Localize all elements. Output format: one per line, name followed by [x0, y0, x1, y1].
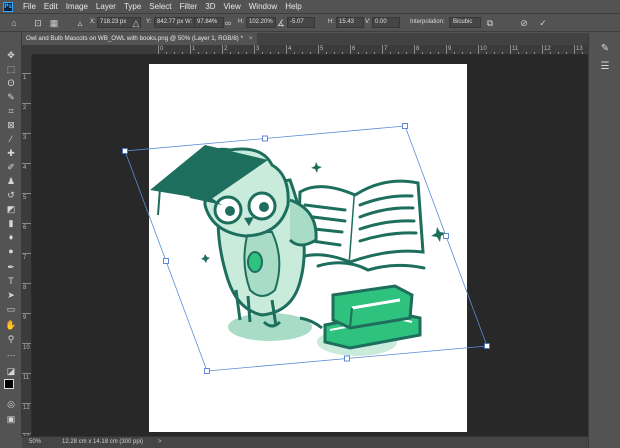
stack-of-books-illustration — [323, 284, 422, 350]
right-panel-dock: ✎ ☰ — [588, 33, 620, 448]
transform-handle-bottom[interactable] — [344, 355, 350, 362]
transform-handle-left[interactable] — [163, 258, 169, 264]
open-book-illustration — [296, 179, 426, 272]
transform-handle-right[interactable] — [443, 233, 449, 239]
transform-handle-bottom-left[interactable] — [204, 368, 210, 374]
status-menu-arrow[interactable]: > — [158, 437, 162, 448]
photoshop-window: Ps File Edit Image Layer Type Select Fil… — [0, 0, 620, 448]
transform-handle-top-left[interactable] — [122, 148, 128, 154]
artwork-layer — [122, 123, 490, 374]
adjustments-panel-icon[interactable]: ☰ — [598, 61, 612, 73]
transform-handle-top-right[interactable] — [402, 123, 408, 129]
owl-mascot — [150, 145, 323, 330]
brush-settings-panel-icon[interactable]: ✎ — [598, 43, 612, 55]
transform-handle-bottom-right[interactable] — [484, 343, 490, 349]
transform-handle-top[interactable] — [262, 135, 268, 142]
status-bar: 50% 12.28 cm x 14.18 cm (300 ppi) > — [22, 436, 588, 448]
zoom-level[interactable]: 50% — [29, 437, 41, 448]
document-size-info: 12.28 cm x 14.18 cm (300 ppi) — [62, 439, 144, 445]
free-transform-box[interactable] — [124, 125, 488, 372]
